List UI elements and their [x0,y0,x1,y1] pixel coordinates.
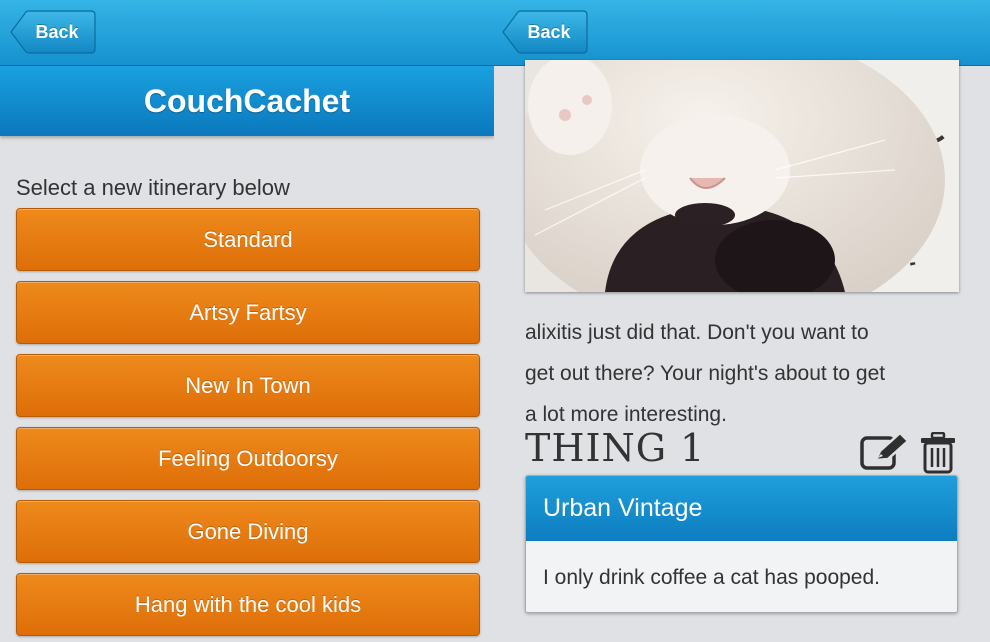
activity-description-line: get out there? Your night's about to get [525,362,886,385]
itinerary-button-new-in-town[interactable]: New In Town [16,354,480,417]
itinerary-button-gone-diving[interactable]: Gone Diving [16,500,480,563]
cat-photo-image [525,60,959,292]
thing-card-title: Urban Vintage [526,476,957,541]
back-button-label: Back [527,21,571,42]
itinerary-button-artsy-fartsy[interactable]: Artsy Fartsy [16,281,480,344]
itinerary-button-feeling-outdoorsy[interactable]: Feeling Outdoorsy [16,427,480,490]
back-button[interactable]: Back [10,10,96,54]
edit-icon[interactable] [860,431,910,477]
navigation-bar: Back [0,0,494,66]
activity-screen: Back alixitis just did that. Don't you w… [494,0,990,642]
page-title: CouchCachet [0,66,494,136]
itinerary-screen: Back CouchCachet Select a new itinerary … [0,0,494,642]
activity-description: alixitis just did that. Don't you want t… [525,312,975,435]
thing-card[interactable]: Urban Vintage I only drink coffee a cat … [525,475,958,613]
back-button[interactable]: Back [502,10,588,54]
itinerary-button-standard[interactable]: Standard [16,208,480,271]
trash-icon[interactable] [920,431,956,479]
itinerary-button-hang-with-the-cool-kids[interactable]: Hang with the cool kids [16,573,480,636]
thing-card-body: I only drink coffee a cat has pooped. [543,565,881,589]
activity-description-line: alixitis just did that. Don't you want t… [525,321,869,344]
back-button-label: Back [35,21,79,42]
cat-photo [525,60,959,292]
navigation-bar: Back [494,0,990,66]
thing-heading: THING 1 [525,426,706,470]
itinerary-prompt: Select a new itinerary below [16,175,290,200]
